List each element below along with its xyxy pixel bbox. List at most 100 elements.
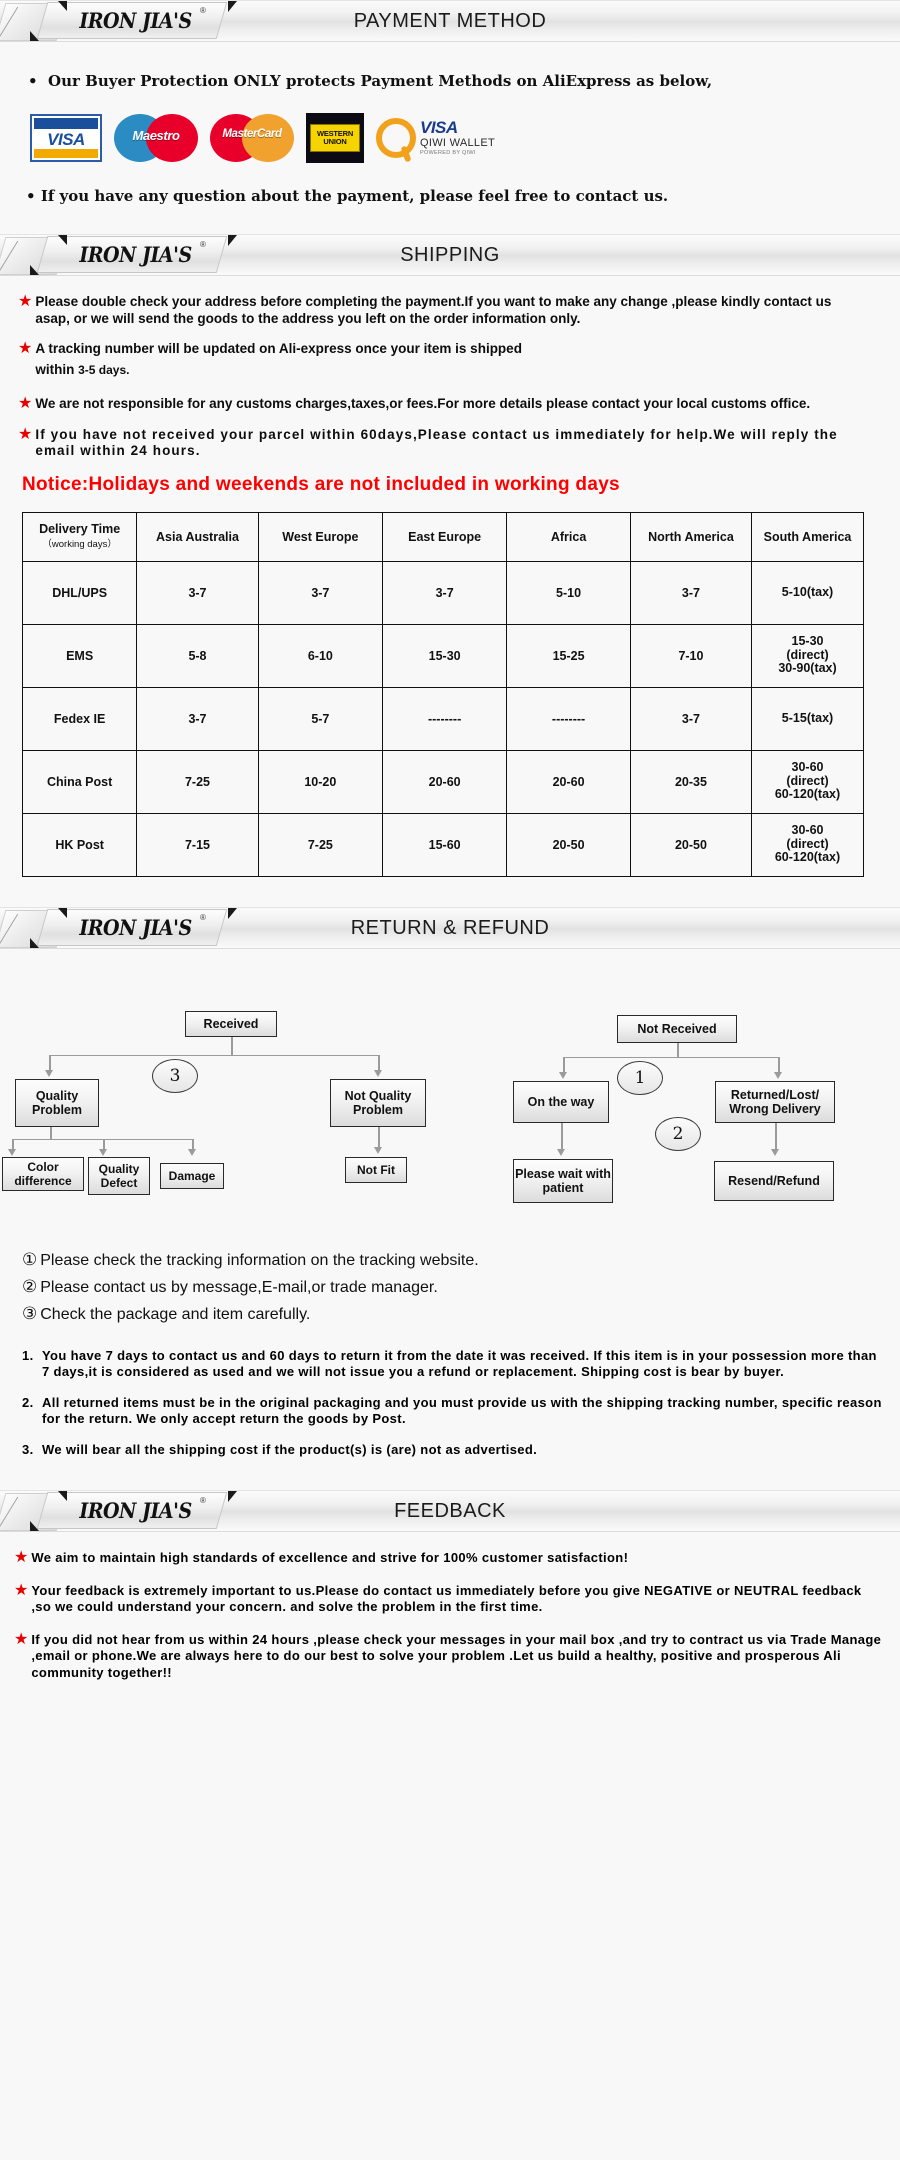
section-header-return: IRON JIA'S ® RETURN & REFUND [0,906,900,949]
flow-arrow-icon [557,1148,565,1156]
table-header-col-3: Africa [506,511,631,562]
payment-icon-row: VISA Maestro MasterCard WESTERN UNION VI… [30,113,900,163]
qiwi-visa-label: VISA [420,118,458,138]
flow-connector [231,1036,233,1055]
table-cell: 7-10 [629,623,753,688]
table-cell: -------- [506,686,631,751]
flow-connector [775,1122,777,1151]
table-header-col-1: West Europe [257,511,383,562]
table-header-row: Delivery Time （working days） Asia Austra… [21,511,864,562]
shipping-item: ★ A tracking number will be updated on A… [18,341,868,378]
table-cell: 10-20 [257,749,383,814]
table-row: Fedex IE 3-7 5-7 -------- -------- 3-7 5… [21,686,864,751]
circled-note-text: Check the package and item carefully. [40,1305,311,1323]
western-union-label-bottom: UNION [323,137,347,146]
qiwi-powered-label: POWERED BY QIWI [420,150,476,157]
flow-connector [563,1056,778,1058]
table-cell: 15-25 [506,623,631,688]
table-row-label: Fedex IE [21,686,138,751]
feedback-item: ★ We aim to maintain high standards of e… [14,1550,884,1567]
payment-bullet-2-text: • If you have any question about the pay… [26,187,669,205]
flow-node-not-received: Not Received [617,1014,737,1043]
table-header-col-4: North America [629,511,753,562]
table-cell: 3-7 [136,560,259,625]
circled-note: ② Please contact us by message,E-mail,or … [22,1274,900,1301]
flow-arrow-icon [374,1069,382,1077]
table-cell: 3-7 [257,560,383,625]
flow-connector [561,1122,563,1151]
star-bullet-icon: ★ [14,1630,29,1648]
table-header-col-2: East Europe [381,511,508,562]
table-cell: 20-50 [629,812,753,877]
shipping-item: ★ If you have not received your parcel w… [18,425,868,460]
table-cell: 15-30 [381,623,508,688]
return-terms: 1. You have 7 days to contact us and 60 … [22,1348,882,1459]
return-term-text: You have 7 days to contact us and 60 day… [42,1347,877,1380]
flow-node-received: Received [185,1010,277,1037]
table-cell: 7-15 [136,812,259,877]
flow-arrow-icon [45,1069,53,1077]
table-cell: 5-8 [136,623,259,688]
star-bullet-icon: ★ [18,425,33,443]
table-cell: 20-50 [506,812,631,877]
circled-note-text: Please check the tracking information on… [40,1251,479,1269]
policy-page: IRON JIA'S ® PAYMENT METHOD • Our Buyer … [0,0,900,2160]
flow-node-damage: Damage [160,1162,224,1189]
table-row-label: DHL/UPS [21,560,138,625]
flow-node-on-the-way: On the way [513,1080,609,1123]
section-title-payment: PAYMENT METHOD [353,10,547,32]
flow-arrow-icon [99,1148,107,1156]
circled-note-number: ③ [22,1303,38,1323]
shipping-item: ★ We are not responsible for any customs… [18,396,868,413]
section-title-return: RETURN & REFUND [350,916,550,939]
section-header-payment: IRON JIA'S ® PAYMENT METHOD [0,0,900,42]
shipping-item: ★ Please double check your address befor… [18,294,868,327]
circled-note: ① Please check the tracking information o… [22,1247,900,1274]
section-title-shipping: SHIPPING [400,244,500,266]
payment-bullet-1: • Our Buyer Protection ONLY protects Pay… [28,72,900,91]
flow-arrow-icon [188,1148,196,1156]
return-term: 2. All returned items must be in the ori… [22,1395,882,1428]
section-title-feedback: FEEDBACK [394,1500,506,1522]
flow-connector [50,1126,52,1139]
return-term: 1. You have 7 days to contact us and 60 … [22,1348,882,1381]
table-row-label: EMS [21,623,138,688]
flow-node-resend-refund: Resend/Refund [714,1160,834,1201]
maestro-icon-label: Maestro [132,128,180,143]
table-row: HK Post 7-15 7-25 15-60 20-50 20-50 30-6… [21,812,864,877]
table-row-label: China Post [21,749,138,814]
table-cell: 30-60 (direct) 60-120(tax) [751,812,864,877]
payment-bullet-2: • If you have any question about the pay… [26,187,900,206]
qiwi-q-glyph-icon [376,118,416,158]
feedback-item-text: We aim to maintain high standards of exc… [31,1550,629,1565]
flow-arrow-icon [374,1146,382,1154]
return-flow-diagram: Received 3 Quality Problem Not Quality P… [0,971,900,1231]
table-cell: 3-7 [629,560,753,625]
flow-arrow-icon [559,1071,567,1079]
qiwi-wallet-icon: VISA QIWI WALLET POWERED BY QIWI [376,114,495,162]
table-cell: 5-7 [257,686,383,751]
flow-node-color-difference: Color difference [2,1156,84,1191]
table-cell: 3-7 [136,686,259,751]
return-term-number: 2. [22,1394,34,1410]
table-row: China Post 7-25 10-20 20-60 20-60 20-35 … [21,749,864,814]
shipping-item-text: If you have not received your parcel wit… [35,426,838,459]
shipping-item-text: A tracking number will be updated on Ali… [35,341,522,377]
flow-node-not-fit: Not Fit [345,1156,407,1183]
table-row: DHL/UPS 3-7 3-7 3-7 5-10 3-7 5-10(tax) [21,560,864,625]
table-cell: 5-10 [506,560,631,625]
qiwi-wallet-label: QIWI WALLET [420,137,496,150]
table-cell: 5-15(tax) [751,686,864,751]
mastercard-icon-label: MasterCard [222,128,282,140]
table-cell: 3-7 [629,686,753,751]
maestro-icon: Maestro [114,114,198,162]
shipping-item2-continuation: within [35,361,75,377]
feedback-item: ★ Your feedback is extremely important t… [14,1582,884,1616]
return-term: 3. We will bear all the shipping cost if… [22,1442,882,1459]
feedback-item-text: If you did not hear from us within 24 ho… [31,1631,882,1680]
flow-connector [677,1042,679,1057]
table-header-main: Delivery Time [39,521,121,536]
return-term-text: We will bear all the shipping cost if th… [42,1441,538,1457]
shipping-item-text: We are not responsible for any customs c… [35,396,811,411]
return-circled-notes: ① Please check the tracking information o… [22,1247,900,1328]
